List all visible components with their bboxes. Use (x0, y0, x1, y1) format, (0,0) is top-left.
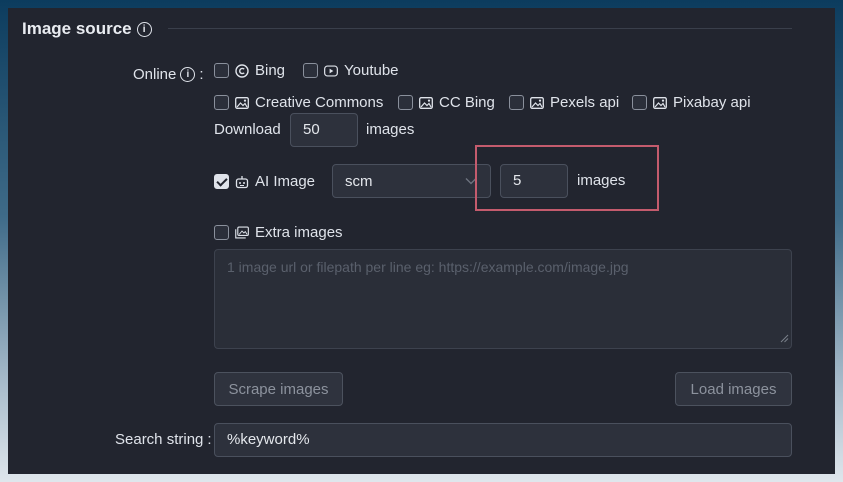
creative-commons-label: Creative Commons (255, 94, 384, 111)
pexels-label: Pexels api (550, 94, 620, 111)
resize-handle-icon[interactable] (780, 330, 789, 346)
youtube-icon (324, 64, 338, 78)
search-string-colon: : (207, 431, 212, 448)
extra-images-placeholder: 1 image url or filepath per line eg: htt… (227, 259, 629, 275)
download-count-input[interactable]: 50 (290, 113, 358, 147)
cc-bing-checkbox[interactable] (398, 95, 413, 110)
ai-image-option[interactable]: AI Image (214, 173, 315, 190)
source-creative-commons[interactable]: Creative Commons (214, 94, 383, 111)
pexels-checkbox[interactable] (509, 95, 524, 110)
ai-model-select[interactable]: scm (332, 164, 491, 198)
section-divider (168, 28, 792, 29)
image-icon (235, 96, 249, 110)
download-label: Download (214, 121, 281, 138)
youtube-checkbox[interactable] (303, 63, 318, 78)
ai-image-suffix: images (577, 172, 626, 189)
source-bing[interactable]: Bing (214, 62, 285, 79)
pixabay-checkbox[interactable] (632, 95, 647, 110)
search-string-label-text: Search string (115, 431, 204, 448)
source-pexels[interactable]: Pexels api (509, 94, 619, 111)
scrape-images-button[interactable]: Scrape images (214, 372, 343, 406)
ai-image-count-input[interactable]: 5 (500, 164, 568, 198)
bing-checkbox[interactable] (214, 63, 229, 78)
images-icon (235, 226, 249, 240)
section-title: Image source i (22, 19, 152, 39)
source-youtube[interactable]: Youtube (303, 62, 399, 79)
search-string-input[interactable]: %keyword% (214, 423, 792, 457)
bing-label: Bing (255, 62, 286, 79)
source-pixabay[interactable]: Pixabay api (632, 94, 751, 111)
section-title-text: Image source (22, 19, 132, 38)
image-icon (419, 96, 433, 110)
online-label-text: Online (133, 66, 177, 83)
download-suffix: images (366, 121, 415, 138)
extra-images-label: Extra images (255, 224, 343, 241)
cc-bing-label: CC Bing (439, 94, 495, 111)
copyright-icon (235, 63, 249, 78)
online-label: Online i : (133, 66, 204, 83)
info-icon[interactable]: i (180, 67, 196, 82)
extra-images-checkbox[interactable] (214, 225, 229, 240)
extra-images-textarea[interactable]: 1 image url or filepath per line eg: htt… (214, 249, 792, 349)
ai-image-checkbox[interactable] (214, 174, 229, 189)
ai-image-label: AI Image (255, 173, 316, 190)
image-source-panel: Image source i Online i : Bing Youtube C… (8, 8, 835, 474)
source-cc-bing[interactable]: CC Bing (398, 94, 495, 111)
image-icon (530, 96, 544, 110)
online-colon: : (199, 66, 204, 83)
youtube-label: Youtube (344, 62, 399, 79)
creative-commons-checkbox[interactable] (214, 95, 229, 110)
load-images-button[interactable]: Load images (675, 372, 792, 406)
extra-images-option[interactable]: Extra images (214, 224, 343, 241)
pixabay-label: Pixabay api (673, 94, 751, 111)
robot-icon (235, 175, 249, 189)
ai-model-value: scm (345, 172, 373, 190)
search-string-label: Search string : (115, 431, 212, 448)
image-icon (653, 96, 667, 110)
info-icon[interactable]: i (136, 21, 152, 37)
